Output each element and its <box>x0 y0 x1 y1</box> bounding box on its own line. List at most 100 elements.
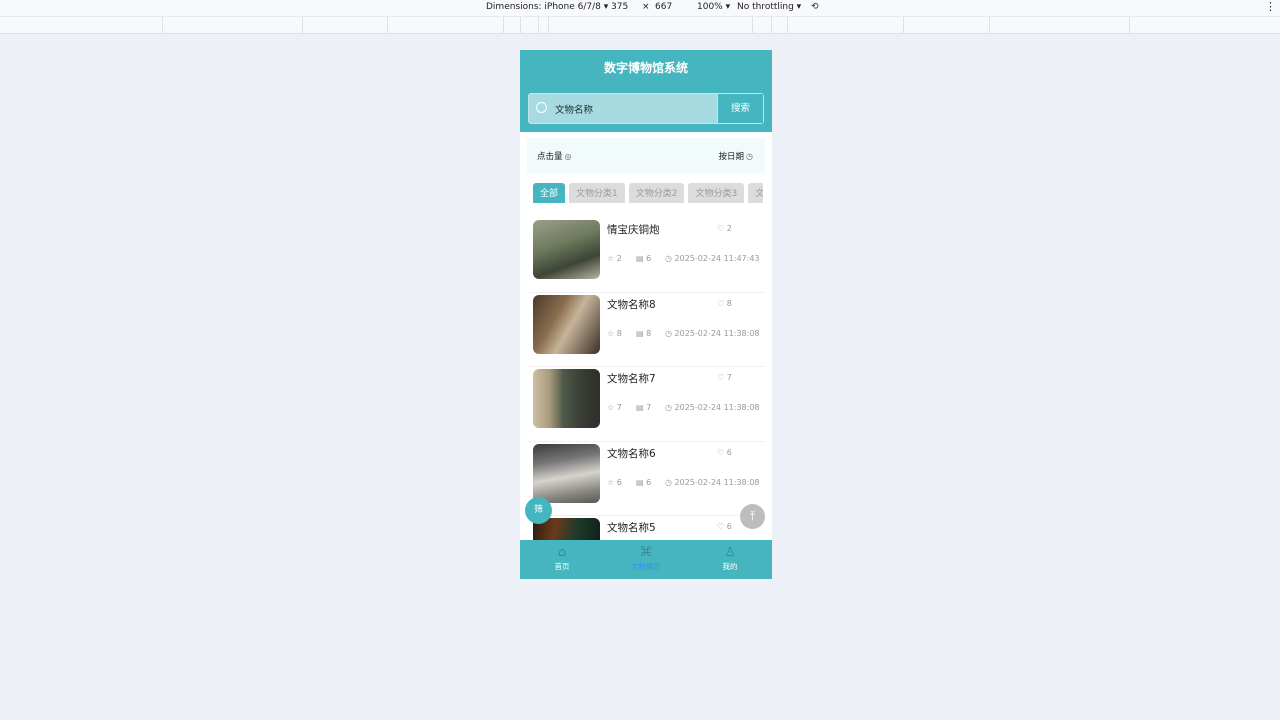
device-select[interactable]: Dimensions: iPhone 6/7/8 ▾ <box>486 2 608 12</box>
doc-icon: ▤ <box>636 328 644 338</box>
tab-mine[interactable]: ♙ 我的 <box>700 545 760 572</box>
category-tab-4[interactable]: 文物分类4 <box>748 183 763 203</box>
like-value: 2 <box>726 224 732 233</box>
artifact-list: 情宝庆铜炮 ♡ 2 ☆ 2 ▤ 6 ◷ 2025-02-24 11:47:43 … <box>527 218 765 579</box>
artifact-name: 文物名称5 <box>607 522 656 534</box>
clock-icon: ◷ <box>665 403 672 412</box>
star-count: ☆ 6 <box>607 478 622 487</box>
publish-date: ◷ 2025-02-24 11:38:08 <box>665 403 760 412</box>
view-count: ▤ 8 <box>636 329 651 338</box>
publish-date: ◷ 2025-02-24 11:38:08 <box>665 329 760 338</box>
phone-viewport: 数字博物馆系统 文物名称 搜索 点击量 ◎ 按日期 ◷ 全部 文物分类1 文物分类2 文物… <box>520 50 772 579</box>
command-icon: ⌘ <box>639 545 653 560</box>
tab-home-label: 首页 <box>554 562 570 571</box>
back-to-top-button[interactable]: ⤒ <box>740 504 765 529</box>
list-item[interactable]: 文物名称8 ♡ 8 ☆ 8 ▤ 8 ◷ 2025-02-24 11:38:08 <box>527 293 765 367</box>
throttle-select[interactable]: No throttling ▾ <box>737 2 801 12</box>
publish-date: ◷ 2025-02-24 11:38:08 <box>665 478 760 487</box>
bottom-tab-bar: ⌂ 首页 ⌘ 文物展示 ♙ 我的 <box>520 540 772 579</box>
app-header: 数字博物馆系统 文物名称 搜索 <box>520 50 772 132</box>
clock-icon: ◷ <box>665 328 672 338</box>
star-value: 2 <box>616 254 622 263</box>
height-input[interactable]: 667 <box>655 2 672 12</box>
thumb-up-icon: ♡ <box>717 224 725 233</box>
thumb-up-icon: ♡ <box>717 522 725 531</box>
filter-button[interactable]: 筛 <box>525 497 552 524</box>
star-icon: ☆ <box>607 403 615 412</box>
media-query-ruler <box>0 16 1280 34</box>
view-count: ▤ 6 <box>636 478 651 487</box>
artifact-thumbnail[interactable] <box>533 294 600 354</box>
search-input[interactable]: 文物名称 <box>555 102 593 116</box>
tab-mine-label: 我的 <box>722 562 738 571</box>
sort-date-label: 按日期 <box>718 152 745 162</box>
search-bar: 文物名称 搜索 <box>528 93 764 124</box>
search-icon <box>536 102 547 113</box>
home-icon: ⌂ <box>557 545 567 560</box>
star-count: ☆ 7 <box>607 403 622 412</box>
artifact-thumbnail[interactable] <box>533 220 600 279</box>
eye-icon: ◎ <box>564 152 572 161</box>
artifact-thumbnail[interactable] <box>533 443 600 503</box>
category-tab-1[interactable]: 文物分类1 <box>569 183 625 203</box>
view-count: ▤ 7 <box>636 403 651 412</box>
list-item[interactable]: 文物名称7 ♡ 7 ☆ 7 ▤ 7 ◷ 2025-02-24 11:38:08 <box>527 367 765 442</box>
more-icon[interactable]: ⋮ <box>1265 0 1276 13</box>
star-icon: ☆ <box>607 328 615 338</box>
view-value: 6 <box>646 477 652 487</box>
category-tabs: 全部文物分类1文物分类2文物分类3文物分类4 <box>533 181 763 203</box>
artifact-name: 文物名称8 <box>607 298 656 311</box>
thumb-up-icon: ♡ <box>717 298 725 308</box>
tab-artifacts[interactable]: ⌘ 文物展示 <box>616 545 676 572</box>
thumb-up-icon: ♡ <box>717 373 725 382</box>
artifact-name: 文物名称7 <box>607 373 656 385</box>
tab-artifacts-label: 文物展示 <box>631 562 661 571</box>
publish-date: ◷ 2025-02-24 11:47:43 <box>665 254 760 263</box>
view-value: 8 <box>646 328 652 338</box>
star-count: ☆ 8 <box>607 329 622 338</box>
like-count[interactable]: ♡ 8 <box>717 299 732 308</box>
clock-icon: ◷ <box>665 477 672 487</box>
view-value: 7 <box>646 403 652 412</box>
star-value: 6 <box>616 477 622 487</box>
date-value: 2025-02-24 11:38:08 <box>674 403 760 412</box>
rotate-icon[interactable]: ⟲ <box>811 2 819 12</box>
like-value: 7 <box>726 373 732 382</box>
category-tab-all[interactable]: 全部 <box>533 183 566 203</box>
like-count[interactable]: ♡ 6 <box>717 522 732 531</box>
like-count[interactable]: ♡ 6 <box>717 448 732 457</box>
doc-icon: ▤ <box>636 254 644 263</box>
list-item[interactable]: 情宝庆铜炮 ♡ 2 ☆ 2 ▤ 6 ◷ 2025-02-24 11:47:43 <box>527 218 765 293</box>
clock-icon: ◷ <box>746 152 753 161</box>
like-count[interactable]: ♡ 2 <box>717 224 732 233</box>
star-value: 8 <box>616 328 622 338</box>
category-tab-2[interactable]: 文物分类2 <box>628 183 685 203</box>
zoom-select[interactable]: 100% ▾ <box>697 2 730 12</box>
sort-by-date[interactable]: 按日期 ◷ <box>719 150 754 162</box>
page-title: 数字博物馆系统 <box>603 61 688 75</box>
user-icon: ♙ <box>724 545 736 560</box>
sort-clicks-label: 点击量 <box>537 152 563 162</box>
category-tab-3[interactable]: 文物分类3 <box>688 183 745 203</box>
date-value: 2025-02-24 11:47:43 <box>674 254 760 263</box>
like-count[interactable]: ♡ 7 <box>717 373 732 382</box>
doc-icon: ▤ <box>636 477 644 487</box>
view-value: 6 <box>646 254 652 263</box>
devtools-toolbar: Dimensions: iPhone 6/7/8 ▾ 375 × 667 100… <box>0 0 1280 16</box>
artifact-thumbnail[interactable] <box>533 369 600 428</box>
star-count: ☆ 2 <box>607 254 622 263</box>
artifact-name: 文物名称6 <box>607 447 656 460</box>
view-count: ▤ 6 <box>636 254 651 263</box>
date-value: 2025-02-24 11:38:08 <box>674 328 760 338</box>
list-item[interactable]: 文物名称6 ♡ 6 ☆ 6 ▤ 6 ◷ 2025-02-24 11:38:08 <box>527 442 765 516</box>
doc-icon: ▤ <box>636 403 644 412</box>
sort-by-clicks[interactable]: 点击量 ◎ <box>537 150 572 162</box>
like-value: 8 <box>726 298 732 308</box>
search-button[interactable]: 搜索 <box>717 94 763 123</box>
width-input[interactable]: 375 <box>611 2 628 12</box>
sort-bar: 点击量 ◎ 按日期 ◷ <box>527 138 765 173</box>
like-value: 6 <box>726 522 732 531</box>
star-icon: ☆ <box>607 254 615 263</box>
main-content: 点击量◎ 按日期◷ 全部文物分类1文物分类2文物分类3文物分类4 情宝庆铜炮 ♡… <box>527 138 765 577</box>
tab-home[interactable]: ⌂ 首页 <box>532 545 592 572</box>
